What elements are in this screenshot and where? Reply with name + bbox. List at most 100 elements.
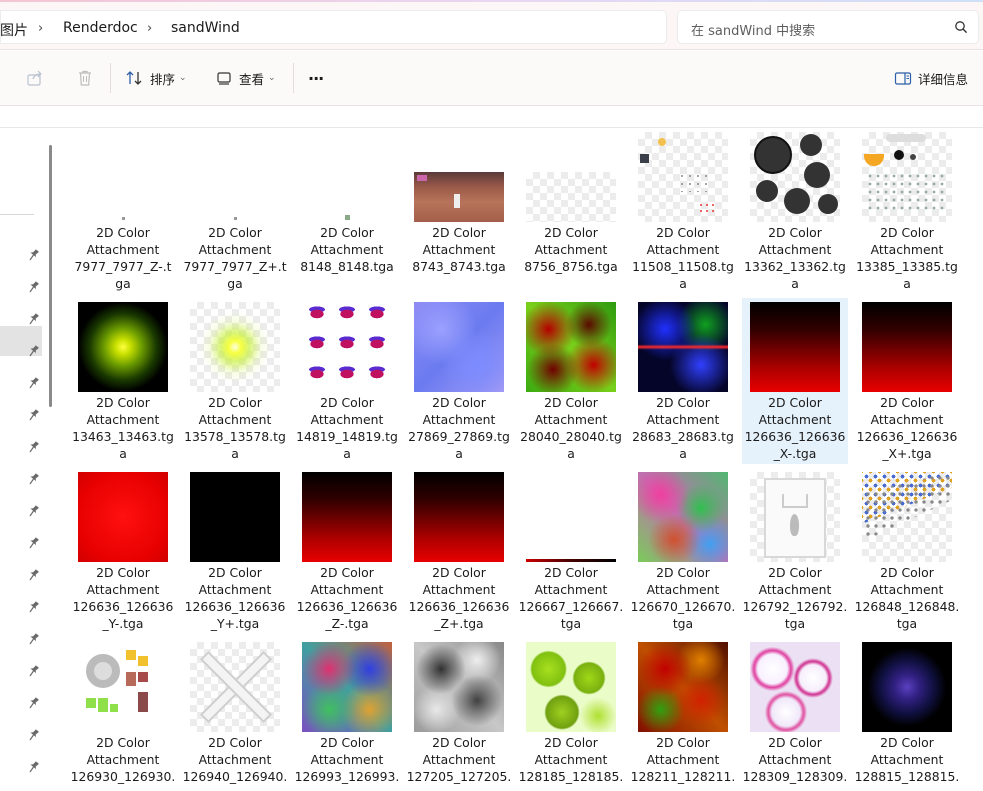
file-name-line: 2D Color <box>320 225 374 240</box>
file-name-line: Attachment <box>534 582 608 597</box>
file-name-line: 2D Color <box>544 565 598 580</box>
file-name: 2D Color Attachment 128211_128211. <box>630 734 736 785</box>
pin-icon[interactable] <box>27 310 40 325</box>
sort-button[interactable]: 排序 ⌄ <box>126 65 187 91</box>
file-name-line: 2D Color <box>656 565 710 580</box>
file-item[interactable]: 2D Color Attachment 126940_126940. <box>182 638 288 791</box>
file-item[interactable]: 2D Color Attachment 126792_126792. tga <box>742 468 848 634</box>
file-thumbnail <box>526 642 616 732</box>
file-item[interactable]: 2D Color Attachment 126636_126636 _Y+.tga <box>182 468 288 634</box>
file-name-line: Attachment <box>758 752 832 767</box>
chevron-right-icon[interactable]: › <box>38 21 43 36</box>
file-item[interactable]: 2D Color Attachment 13463_13463.tg a <box>70 298 176 464</box>
file-name-line: a <box>119 446 127 461</box>
breadcrumb-sandwind[interactable]: sandWind <box>171 20 240 36</box>
file-item[interactable]: 2D Color Attachment 11508_11508.tg a <box>630 128 736 294</box>
pin-icon[interactable] <box>27 502 40 517</box>
delete-button[interactable] <box>76 65 94 91</box>
file-name-line: 126792_126792. <box>742 599 848 614</box>
file-name-line: Attachment <box>422 242 496 257</box>
file-name-line: 2D Color <box>880 735 934 750</box>
file-name: 2D Color Attachment 13362_13362.tg a <box>742 224 848 292</box>
pin-icon[interactable] <box>27 758 40 773</box>
file-name: 2D Color Attachment 28040_28040.tg a <box>518 394 624 462</box>
navigation-pane[interactable] <box>0 128 46 791</box>
file-name-line: a <box>903 276 911 291</box>
breadcrumb-pictures[interactable]: 图片 <box>0 20 28 40</box>
file-item[interactable]: 2D Color Attachment 128211_128211. <box>630 638 736 791</box>
file-name: 2D Color Attachment 8743_8743.tga <box>406 224 512 275</box>
pin-icon[interactable] <box>27 534 40 549</box>
view-button[interactable]: 查看 ⌄ <box>216 65 276 91</box>
file-name: 2D Color Attachment 126636_126636 _Z-.tga <box>294 564 400 632</box>
search-icon[interactable] <box>954 20 968 34</box>
file-thumbnail <box>750 302 840 392</box>
more-options-button[interactable]: ··· <box>308 65 324 91</box>
pin-icon[interactable] <box>27 470 40 485</box>
nav-scrollbar[interactable] <box>49 145 52 407</box>
file-name-line: 2D Color <box>768 735 822 750</box>
pin-icon[interactable] <box>27 406 40 421</box>
pin-icon[interactable] <box>27 598 40 613</box>
file-item[interactable]: 2D Color Attachment 8756_8756.tga <box>518 128 624 294</box>
file-item[interactable]: 2D Color Attachment 13362_13362.tg a <box>742 128 848 294</box>
file-item[interactable]: 2D Color Attachment 28040_28040.tg a <box>518 298 624 464</box>
view-label: 查看 <box>239 71 265 87</box>
chevron-right-icon[interactable]: › <box>147 21 152 36</box>
file-name-line: _Z-.tga <box>325 616 369 631</box>
file-item[interactable]: 2D Color Attachment 13578_13578.tg a <box>182 298 288 464</box>
file-item[interactable]: 2D Color Attachment 126930_126930. <box>70 638 176 791</box>
file-item[interactable]: 2D Color Attachment 126848_126848. tga <box>854 468 960 634</box>
file-thumbnail <box>302 132 392 222</box>
pin-icon[interactable] <box>27 694 40 709</box>
file-name-line: Attachment <box>870 582 944 597</box>
pin-icon[interactable] <box>27 566 40 581</box>
file-item[interactable]: 2D Color Attachment 128815_128815. <box>854 638 960 791</box>
file-name: 2D Color Attachment 8756_8756.tga <box>518 224 624 275</box>
pin-icon[interactable] <box>27 342 40 357</box>
file-item[interactable]: 2D Color Attachment 7977_7977_Z+.t ga <box>182 128 288 294</box>
file-item[interactable]: 2D Color Attachment 126636_126636 _Y-.tga <box>70 468 176 634</box>
search-input[interactable]: 在 sandWind 中搜索 <box>677 10 979 44</box>
file-item[interactable]: 2D Color Attachment 8148_8148.tga <box>294 128 400 294</box>
file-item[interactable]: 2D Color Attachment 8743_8743.tga <box>406 128 512 294</box>
file-item[interactable]: 2D Color Attachment 127205_127205. <box>406 638 512 791</box>
file-name-line: 2D Color <box>96 735 150 750</box>
file-item[interactable]: 2D Color Attachment 126636_126636 _X-.tga <box>742 298 848 464</box>
details-pane-button[interactable]: 详细信息 <box>894 65 968 91</box>
column-header-strip <box>0 106 983 128</box>
file-name: 2D Color Attachment 126636_126636 _X-.tga <box>742 394 848 462</box>
file-item[interactable]: 2D Color Attachment 126667_126667. tga <box>518 468 624 634</box>
file-item[interactable]: 2D Color Attachment 7977_7977_Z-.t ga <box>70 128 176 294</box>
share-button[interactable] <box>26 65 44 91</box>
file-item[interactable]: 2D Color Attachment 128185_128185. <box>518 638 624 791</box>
file-name-line: Attachment <box>198 242 272 257</box>
pin-icon[interactable] <box>27 246 40 261</box>
pin-icon[interactable] <box>27 374 40 389</box>
file-item[interactable]: 2D Color Attachment 126636_126636 _Z+.tga <box>406 468 512 634</box>
file-item[interactable]: 2D Color Attachment 126636_126636 _X+.tga <box>854 298 960 464</box>
file-item[interactable]: 2D Color Attachment 13385_13385.tg a <box>854 128 960 294</box>
breadcrumb-renderdoc[interactable]: Renderdoc <box>63 20 138 36</box>
pin-icon[interactable] <box>27 630 40 645</box>
file-item[interactable]: 2D Color Attachment 126636_126636 _Z-.tga <box>294 468 400 634</box>
pin-icon[interactable] <box>27 438 40 453</box>
file-name: 2D Color Attachment 126940_126940. <box>182 734 288 785</box>
file-name: 2D Color Attachment 126792_126792. tga <box>742 564 848 632</box>
pin-icon[interactable] <box>27 278 40 293</box>
file-item[interactable]: 2D Color Attachment 28683_28683.tg a <box>630 298 736 464</box>
pin-icon[interactable] <box>27 726 40 741</box>
file-name-line: tga <box>784 616 806 631</box>
file-name-line: Attachment <box>870 242 944 257</box>
file-thumbnail <box>750 642 840 732</box>
file-item[interactable]: 2D Color Attachment 27869_27869.tg a <box>406 298 512 464</box>
file-item[interactable]: 2D Color Attachment 126670_126670. tga <box>630 468 736 634</box>
file-name-line: 2D Color <box>768 395 822 410</box>
file-name-line: 2D Color <box>880 225 934 240</box>
address-bar[interactable]: 图片 › Renderdoc › sandWind <box>0 10 667 44</box>
file-name-line: 126930_126930. <box>70 769 176 784</box>
file-item[interactable]: 2D Color Attachment 14819_14819.tg a <box>294 298 400 464</box>
pin-icon[interactable] <box>27 662 40 677</box>
file-item[interactable]: 2D Color Attachment 126993_126993. <box>294 638 400 791</box>
file-item[interactable]: 2D Color Attachment 128309_128309. <box>742 638 848 791</box>
